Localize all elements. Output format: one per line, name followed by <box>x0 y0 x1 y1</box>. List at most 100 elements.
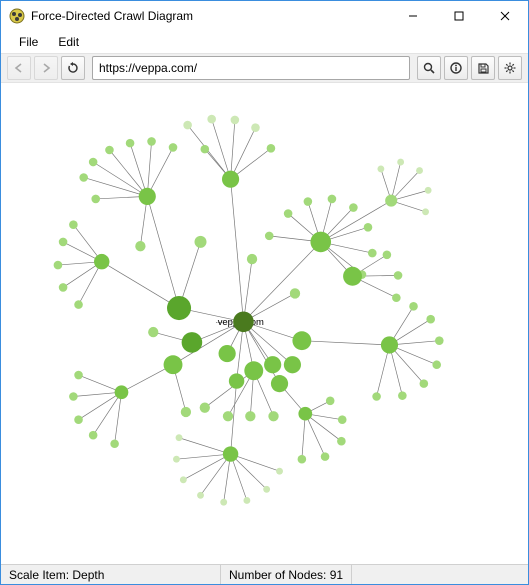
graph-node[interactable] <box>394 271 403 280</box>
graph-node[interactable] <box>276 468 283 475</box>
graph-node[interactable] <box>69 220 78 229</box>
graph-node[interactable] <box>59 283 68 292</box>
graph-node[interactable] <box>91 195 100 204</box>
maximize-button[interactable] <box>436 1 482 31</box>
graph-node[interactable] <box>245 411 255 421</box>
graph-node[interactable] <box>244 361 263 380</box>
graph-node[interactable] <box>310 232 331 253</box>
graph-node[interactable] <box>110 439 119 448</box>
info-button[interactable] <box>444 56 468 80</box>
menu-file[interactable]: File <box>11 33 46 51</box>
graph-node[interactable] <box>298 455 307 464</box>
graph-node[interactable] <box>231 116 240 125</box>
graph-node[interactable] <box>284 209 293 218</box>
graph-node[interactable] <box>194 236 206 248</box>
graph-node[interactable] <box>173 456 180 463</box>
graph-node[interactable] <box>383 250 392 259</box>
graph-node[interactable] <box>89 158 98 167</box>
graph-node[interactable] <box>292 331 311 350</box>
graph-node[interactable] <box>59 238 68 247</box>
graph-node[interactable] <box>263 486 270 493</box>
graph-node[interactable] <box>233 311 254 332</box>
graph-node[interactable] <box>219 345 236 362</box>
graph-node[interactable] <box>271 375 288 392</box>
graph-node[interactable] <box>74 371 83 380</box>
graph-node[interactable] <box>201 145 210 154</box>
graph-node[interactable] <box>392 293 401 302</box>
graph-canvas[interactable]: veppa.com <box>1 83 528 564</box>
back-button[interactable] <box>7 56 31 80</box>
graph-node[interactable] <box>251 123 260 132</box>
graph-node[interactable] <box>54 261 63 270</box>
graph-node[interactable] <box>94 254 109 269</box>
save-button[interactable] <box>471 56 495 80</box>
graph-node[interactable] <box>167 296 191 320</box>
graph-node[interactable] <box>267 144 276 153</box>
graph-node[interactable] <box>298 407 312 421</box>
settings-button[interactable] <box>498 56 522 80</box>
graph-node[interactable] <box>426 315 435 324</box>
minimize-button[interactable] <box>390 1 436 31</box>
graph-node[interactable] <box>243 497 250 504</box>
forward-button[interactable] <box>34 56 58 80</box>
graph-node[interactable] <box>180 476 187 483</box>
graph-node[interactable] <box>147 137 156 146</box>
graph-node[interactable] <box>105 146 114 155</box>
graph-node[interactable] <box>183 121 192 130</box>
graph-node[interactable] <box>247 254 257 264</box>
graph-node[interactable] <box>115 385 129 399</box>
graph-node[interactable] <box>422 208 429 215</box>
graph-node[interactable] <box>372 392 381 401</box>
graph-node[interactable] <box>200 403 210 413</box>
graph-node[interactable] <box>364 223 373 232</box>
graph-node[interactable] <box>223 411 233 421</box>
graph-node[interactable] <box>268 411 278 421</box>
graph-node[interactable] <box>220 499 227 506</box>
graph-node[interactable] <box>304 197 313 206</box>
graph-node[interactable] <box>290 288 300 298</box>
graph-node[interactable] <box>420 379 429 388</box>
graph-node[interactable] <box>197 492 204 499</box>
graph-node[interactable] <box>343 267 362 286</box>
search-button[interactable] <box>417 56 441 80</box>
graph-node[interactable] <box>337 437 346 446</box>
graph-node[interactable] <box>222 171 239 188</box>
graph-node[interactable] <box>176 434 183 441</box>
graph-node[interactable] <box>338 415 347 424</box>
refresh-button[interactable] <box>61 56 85 80</box>
graph-node[interactable] <box>425 187 432 194</box>
graph-node[interactable] <box>321 452 330 461</box>
graph-node[interactable] <box>368 249 377 258</box>
graph-node[interactable] <box>79 173 88 182</box>
graph-node[interactable] <box>229 373 244 388</box>
graph-node[interactable] <box>377 165 384 172</box>
graph-node[interactable] <box>164 355 183 374</box>
graph-node[interactable] <box>416 167 423 174</box>
graph-svg[interactable]: veppa.com <box>1 83 528 564</box>
graph-node[interactable] <box>328 195 337 204</box>
graph-node[interactable] <box>385 195 397 207</box>
graph-node[interactable] <box>264 356 281 373</box>
graph-node[interactable] <box>181 407 191 417</box>
graph-node[interactable] <box>409 302 418 311</box>
graph-node[interactable] <box>148 327 158 337</box>
graph-node[interactable] <box>432 360 441 369</box>
menu-edit[interactable]: Edit <box>50 33 87 51</box>
close-button[interactable] <box>482 1 528 31</box>
url-input[interactable] <box>99 61 403 75</box>
graph-node[interactable] <box>326 397 335 406</box>
graph-node[interactable] <box>381 336 398 353</box>
graph-node[interactable] <box>126 139 135 148</box>
graph-node[interactable] <box>74 415 83 424</box>
graph-node[interactable] <box>398 391 407 400</box>
graph-node[interactable] <box>135 241 145 251</box>
graph-node[interactable] <box>169 143 178 152</box>
graph-node[interactable] <box>223 446 238 461</box>
graph-node[interactable] <box>89 431 98 440</box>
graph-node[interactable] <box>74 300 83 309</box>
graph-node[interactable] <box>182 332 203 353</box>
graph-node[interactable] <box>349 203 358 212</box>
url-input-wrapper[interactable] <box>92 56 410 80</box>
graph-node[interactable] <box>435 336 444 345</box>
graph-node[interactable] <box>265 232 274 241</box>
